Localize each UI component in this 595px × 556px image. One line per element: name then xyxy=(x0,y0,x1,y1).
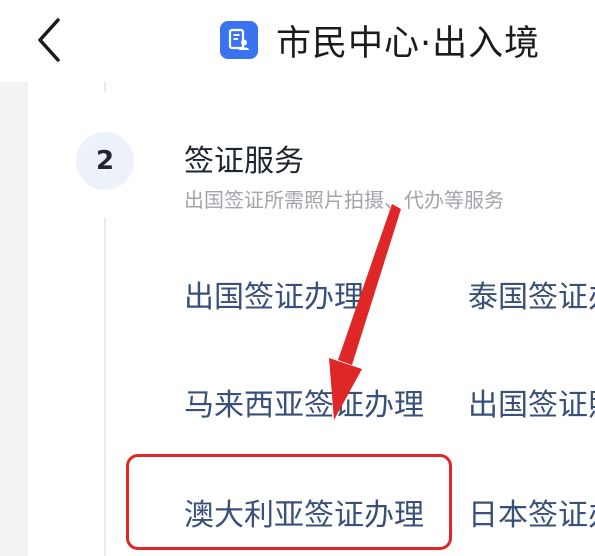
service-link[interactable]: 出国签证办理 xyxy=(184,272,364,316)
service-link[interactable]: 马来西亚签证办理 xyxy=(184,380,424,424)
header-bar: 市民中心·出入境 xyxy=(0,0,595,82)
service-link[interactable]: 出国签证照 xyxy=(468,380,595,424)
service-link[interactable]: 泰国签证办 xyxy=(468,272,595,316)
chevron-left-icon xyxy=(38,18,60,62)
step-number-badge: 2 xyxy=(76,132,134,190)
section-title: 签证服务 xyxy=(184,144,304,179)
title-group: 市民中心·出入境 xyxy=(220,14,540,66)
content-area[interactable]: 2 签证服务 出国签证所需照片拍摄、代办等服务 出国签证办理 泰国签证办 马来西… xyxy=(0,82,595,556)
document-user-icon xyxy=(220,21,258,59)
timeline-connector-top xyxy=(104,82,106,92)
section-subtitle: 出国签证所需照片拍摄、代办等服务 xyxy=(184,188,504,212)
page-title: 市民中心·出入境 xyxy=(276,23,541,64)
back-button[interactable] xyxy=(28,14,72,66)
annotation-highlight-box xyxy=(126,454,452,550)
timeline-connector-bottom xyxy=(104,218,106,556)
left-gutter xyxy=(0,82,28,556)
service-link[interactable]: 日本签证办 xyxy=(468,490,595,534)
